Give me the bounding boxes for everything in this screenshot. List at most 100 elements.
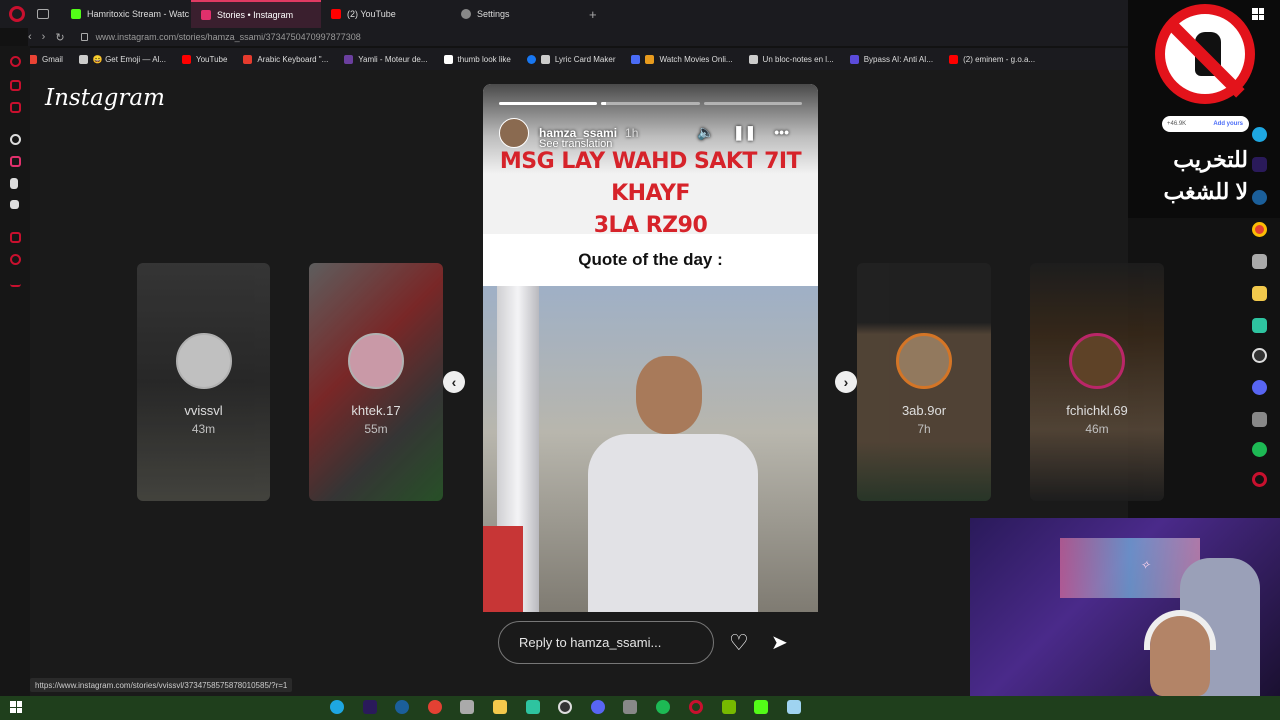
tab-title: (2) YouTube (347, 9, 396, 19)
forward-icon[interactable]: › (42, 31, 46, 43)
app-green-icon[interactable] (526, 700, 540, 714)
messenger-icon[interactable] (10, 80, 21, 91)
tab-settings[interactable]: Settings (451, 0, 581, 28)
progress-fill (601, 102, 607, 105)
chevron-right-icon[interactable]: › (835, 371, 857, 393)
story-photo (483, 286, 818, 612)
bookmark-watch-movies[interactable]: Watch Movies Onli... (631, 54, 733, 64)
heart-icon[interactable]: ♡ (729, 630, 749, 656)
speaker-icon[interactable]: 🔈 (697, 124, 714, 141)
new-tab-button[interactable]: + (589, 7, 597, 22)
kick-icon (71, 9, 81, 19)
bookmark-label: (2) eminem - g.o.a... (963, 54, 1036, 64)
story-card-khtek[interactable]: khtek.17 55m (309, 263, 443, 501)
tab-overview-icon[interactable] (37, 9, 49, 19)
opera-logo-icon[interactable] (9, 6, 25, 22)
page-icon (748, 54, 758, 64)
bookmark-bypass-ai[interactable]: Bypass AI: Anti AI... (849, 54, 933, 64)
send-icon[interactable]: ➤ (771, 630, 788, 655)
story-time: 1h (625, 126, 639, 140)
premiere-icon[interactable] (363, 700, 377, 714)
edge-icon[interactable] (330, 700, 344, 714)
instagram-logo[interactable]: Instagram (45, 85, 165, 111)
bookmark-bloc-notes[interactable]: Un bloc-notes en l... (748, 54, 834, 64)
app-icon[interactable] (1252, 254, 1267, 269)
story-card-vvissvl[interactable]: vvissvl 43m (137, 263, 270, 501)
bookmark-thumb[interactable]: thumb look like (443, 54, 511, 64)
url-input[interactable]: www.instagram.com/stories/hamza_ssami/37… (96, 32, 361, 42)
opera-icon[interactable] (689, 700, 703, 714)
active-story[interactable]: hamza_ssami 1h 🔈 ❚❚ ••• See translation … (483, 84, 818, 612)
notepad-icon[interactable] (787, 700, 801, 714)
whatsapp-icon[interactable] (10, 102, 21, 113)
tab-youtube[interactable]: (2) YouTube (321, 0, 451, 28)
tab-hamritoxic[interactable]: Hamritoxic Stream - Watc (61, 0, 191, 28)
star-icon (443, 54, 453, 64)
edge-icon[interactable] (1252, 127, 1267, 142)
story-caption: MSG LAY WAHD SAKT 7IT KHAYF 3LA RZ90 (483, 146, 818, 242)
bookmark-yamli[interactable]: Yamli - Moteur de... (344, 54, 428, 64)
back-icon[interactable]: ‹ (28, 31, 32, 43)
progress-fill (499, 102, 598, 105)
spotify-icon[interactable] (1252, 442, 1267, 457)
tab-title: Stories • Instagram (217, 10, 294, 20)
desktop: Hamritoxic Stream - Watc Stories • Insta… (0, 0, 1280, 720)
bookmark-arabic-keyboard[interactable]: Arabic Keyboard "... (243, 54, 329, 64)
start-icon[interactable] (10, 701, 22, 713)
pause-icon[interactable]: ❚❚ (733, 124, 756, 141)
steam-icon[interactable] (395, 700, 409, 714)
person-head (636, 356, 702, 434)
tiktok-icon[interactable] (10, 178, 18, 189)
discord-icon[interactable] (591, 700, 605, 714)
bookmark-label: Arabic Keyboard "... (257, 54, 329, 64)
steam-icon[interactable] (1252, 190, 1267, 205)
story-avatar[interactable] (499, 118, 529, 148)
opera-icon[interactable] (1252, 472, 1267, 487)
story-username: vvissvl (184, 403, 223, 418)
chrome-icon[interactable] (1252, 222, 1267, 237)
keyboard-icon (243, 54, 253, 64)
story-username: 3ab.9or (901, 403, 947, 418)
app-green-icon[interactable] (1252, 318, 1267, 333)
obs-icon[interactable] (1252, 348, 1267, 363)
bookmark-get-emoji[interactable]: 😄 Get Emoji — Al... (78, 54, 166, 64)
nvidia-icon[interactable] (722, 700, 736, 714)
chevron-left-icon[interactable]: ‹ (443, 371, 465, 393)
instagram-icon[interactable] (10, 156, 21, 167)
history-icon[interactable] (10, 254, 21, 265)
app-icon[interactable] (460, 700, 474, 714)
story-username: khtek.17 (351, 403, 401, 418)
bookmark-gmail[interactable]: Gmail (28, 54, 63, 64)
bookmark-eminem[interactable]: (2) eminem - g.o.a... (949, 54, 1036, 64)
pin-icon[interactable] (10, 232, 21, 243)
progress-segment (499, 102, 598, 105)
spotify-icon[interactable] (656, 700, 670, 714)
folder-icon[interactable] (493, 700, 507, 714)
chrome-icon[interactable] (428, 700, 442, 714)
folder-icon[interactable] (1252, 286, 1267, 301)
x-icon[interactable] (10, 200, 19, 209)
story-card-fchichkl[interactable]: fchichkl.69 46m (1030, 263, 1164, 501)
download-icon[interactable] (10, 276, 21, 287)
person-body (588, 434, 758, 612)
kick-icon[interactable] (754, 700, 768, 714)
discord-icon[interactable] (1252, 380, 1267, 395)
reply-input[interactable]: Reply to hamza_ssami... (498, 621, 714, 664)
bookmark-youtube[interactable]: YouTube (181, 54, 228, 64)
movies-icon (645, 54, 655, 64)
story-card-3ab9or[interactable]: 3ab.9or 7h (857, 263, 991, 501)
tab-instagram[interactable]: Stories • Instagram (191, 0, 321, 28)
windows-icon (1252, 8, 1264, 20)
bookmark-lyric-card[interactable]: Lyric Card Maker (526, 54, 615, 64)
tab-bar: Hamritoxic Stream - Watc Stories • Insta… (0, 0, 1128, 28)
obs-icon[interactable] (558, 700, 572, 714)
more-icon[interactable]: ••• (774, 124, 789, 141)
reload-icon[interactable]: ↻ (55, 31, 64, 44)
chatgpt-icon[interactable] (10, 134, 21, 145)
bookmark-label: YouTube (195, 54, 228, 64)
yamli-icon (344, 54, 354, 64)
aria-icon[interactable] (10, 56, 21, 67)
app-gray-icon[interactable] (623, 700, 637, 714)
premiere-icon[interactable] (1252, 157, 1267, 172)
app-gray-icon[interactable] (1252, 412, 1267, 427)
